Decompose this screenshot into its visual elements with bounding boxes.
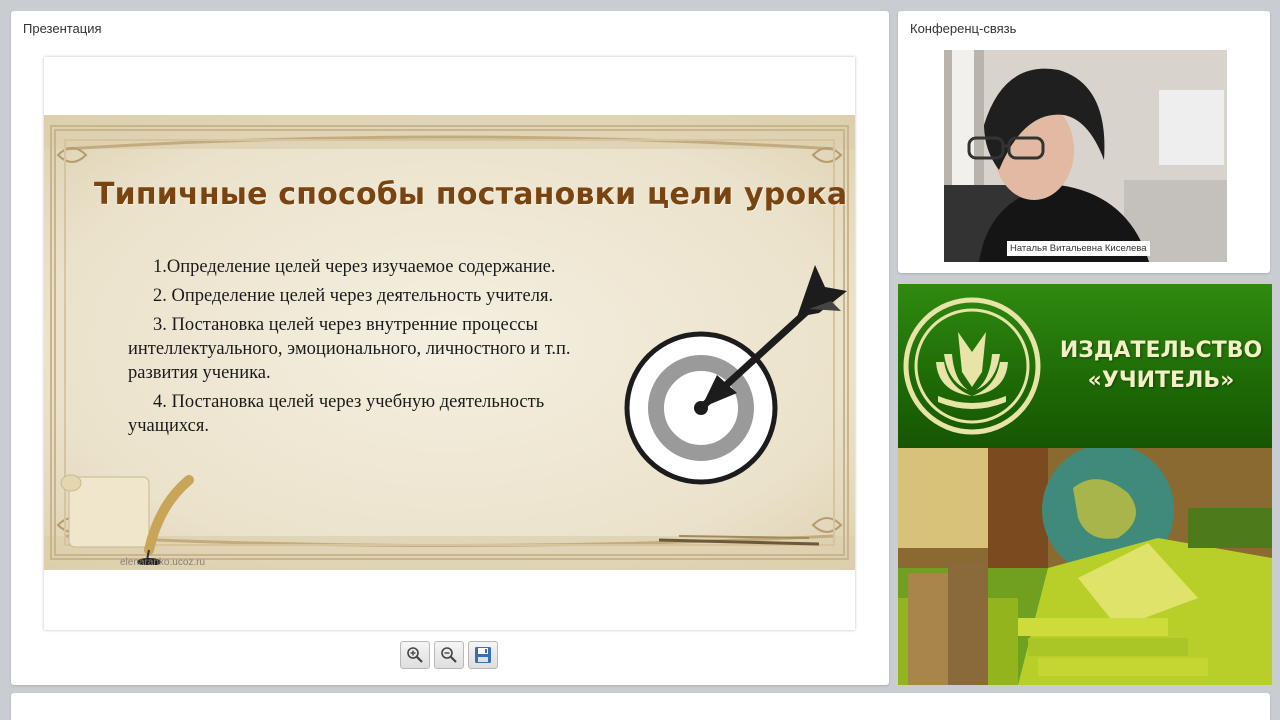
quill-scroll-icon xyxy=(60,474,194,565)
presentation-panel: Презентация Типичные способы постановки … xyxy=(11,11,889,685)
conference-panel-title: Конференц-связь xyxy=(910,21,1017,36)
publisher-name-line1: ИЗДАТЕЛЬСТВО xyxy=(1059,338,1263,363)
publisher-image xyxy=(898,444,1272,685)
zoom-out-button[interactable] xyxy=(434,641,464,669)
slide-toolbar xyxy=(400,641,498,669)
slide-list: 1.Определение целей через изучаемое соде… xyxy=(128,255,628,443)
slide-site-label: elenaranko.ucoz.ru xyxy=(120,557,206,568)
slide-heading: Типичные способы постановки цели урока xyxy=(94,177,848,212)
publisher-logo-icon xyxy=(903,297,1041,435)
slide-item: 4. Постановка целей через учебную деятел… xyxy=(128,392,545,436)
save-button[interactable] xyxy=(468,641,498,669)
webcam-video: Наталья Витальевна Киселева xyxy=(944,50,1227,262)
zoom-in-button[interactable] xyxy=(400,641,430,669)
conference-panel: Конференц-связь Наталья Витальевна Кисел… xyxy=(898,11,1270,273)
publisher-header: ИЗДАТЕЛЬСТВО «УЧИТЕЛЬ» xyxy=(898,284,1272,448)
presentation-panel-title: Презентация xyxy=(23,21,102,36)
floppy-disk-icon xyxy=(475,647,491,663)
slide-item: 1.Определение целей через изучаемое соде… xyxy=(153,257,556,277)
slide: Типичные способы постановки цели урока 1… xyxy=(44,115,855,570)
slide-item: 3. Постановка целей через внутренние про… xyxy=(128,315,571,383)
zoom-in-icon xyxy=(407,647,423,663)
slide-item: 2. Определение целей через деятельность … xyxy=(153,286,554,306)
publisher-name: ИЗДАТЕЛЬСТВО «УЧИТЕЛЬ» xyxy=(1056,336,1266,396)
slide-viewport: Типичные способы постановки цели урока 1… xyxy=(44,57,855,630)
books-globe-image xyxy=(898,444,1272,685)
zoom-out-icon xyxy=(441,647,457,663)
publisher-banner: ИЗДАТЕЛЬСТВО «УЧИТЕЛЬ» xyxy=(898,284,1272,685)
speaker-name-tag: Наталья Витальевна Киселева xyxy=(1007,241,1150,256)
speaker-video-feed xyxy=(944,50,1227,262)
bottom-panel xyxy=(11,693,1270,720)
publisher-name-line2: «УЧИТЕЛЬ» xyxy=(1087,368,1235,393)
pen-icon xyxy=(659,535,820,546)
target-arrow-icon xyxy=(624,265,847,485)
